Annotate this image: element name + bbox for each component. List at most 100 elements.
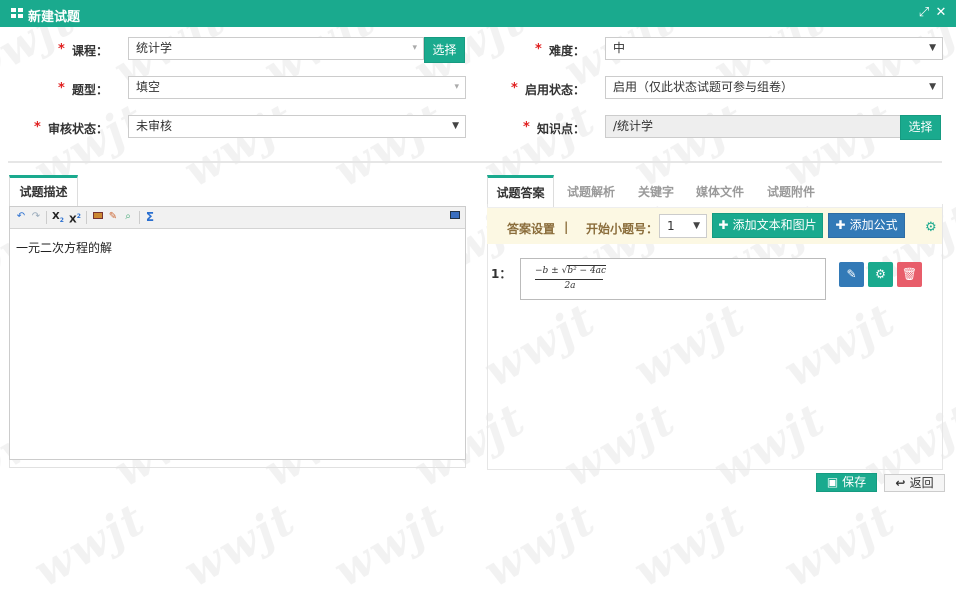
undo-icon[interactable]: ↶: [15, 211, 27, 223]
superscript-icon[interactable]: X2: [69, 211, 81, 225]
sigma-icon[interactable]: Σ: [144, 211, 156, 223]
watermark-text: wwjt: [175, 93, 305, 198]
watermark-text: wwjt: [775, 493, 905, 598]
course-select[interactable]: 统计学 ▾: [128, 37, 424, 60]
answer-index: 1：: [491, 267, 512, 281]
back-label: 返回: [909, 476, 934, 490]
required-mark: *: [511, 81, 518, 96]
difficulty-select[interactable]: 中 ▼: [605, 37, 943, 60]
tab-media[interactable]: 媒体文件: [696, 183, 744, 200]
watermark-text: wwjt: [475, 493, 605, 598]
save-button[interactable]: ▣ 保存: [816, 473, 877, 492]
tab-analysis[interactable]: 试题解析: [567, 183, 615, 200]
chevron-down-icon: ▾: [454, 82, 459, 92]
chevron-down-icon: ▾: [412, 43, 417, 53]
answer-formula-box[interactable]: −b ± √b² − 4ac 2a: [520, 258, 826, 300]
add-formula-label: 添加公式: [849, 218, 898, 232]
knowledge-input[interactable]: /统计学: [605, 115, 901, 138]
tab-keywords[interactable]: 关键字: [638, 183, 674, 200]
grid-icon: [11, 8, 23, 18]
type-value: 填空: [136, 80, 161, 94]
save-icon: ▣: [826, 475, 843, 489]
plus-icon: ✚: [835, 218, 850, 232]
add-formula-button[interactable]: ✚ 添加公式: [828, 213, 905, 238]
image-icon[interactable]: [92, 211, 104, 223]
enable-status-value: 启用（仅此状态试题可参与组卷）: [613, 80, 794, 94]
tab-question-description[interactable]: 试题描述: [9, 175, 78, 206]
editor-footer: [9, 460, 466, 468]
fullscreen-icon[interactable]: [449, 211, 461, 223]
knowledge-select-button[interactable]: 选择: [900, 115, 941, 140]
required-mark: *: [58, 42, 65, 57]
subscript-icon[interactable]: X2: [52, 211, 64, 224]
required-mark: *: [34, 120, 41, 135]
knowledge-label: 知识点：: [537, 122, 586, 136]
separator: |: [564, 220, 569, 234]
titlebar: 新建试题 ⤢ ✕: [0, 0, 956, 27]
review-status-value: 未审核: [136, 119, 173, 133]
knowledge-value: /统计学: [613, 119, 654, 133]
start-number-value: 1: [667, 219, 675, 233]
chevron-down-icon: ▼: [929, 43, 936, 53]
chevron-down-icon: ▼: [929, 82, 936, 92]
gear-icon: ⚙: [875, 267, 886, 281]
enable-status-label: 启用状态：: [525, 83, 586, 97]
chevron-down-icon: ▼: [452, 121, 459, 131]
formula: −b ± √b² − 4ac 2a: [535, 265, 607, 292]
trash-icon: 🗑: [901, 267, 918, 281]
back-arrow-icon: ↩: [895, 476, 910, 490]
editor-content[interactable]: 一元二次方程的解: [16, 239, 112, 256]
review-status-select[interactable]: 未审核 ▼: [128, 115, 466, 138]
chevron-down-icon: ▼: [693, 221, 700, 231]
toolbar-separator: [139, 211, 140, 224]
add-text-image-button[interactable]: ✚ 添加文本和图片: [712, 213, 823, 238]
add-text-image-label: 添加文本和图片: [732, 218, 817, 232]
gear-icon[interactable]: ⚙: [925, 220, 937, 235]
maximize-icon[interactable]: ⤢: [916, 5, 932, 21]
formula-denominator: 2a: [564, 281, 576, 291]
watermark-text: wwjt: [25, 493, 155, 598]
edit-answer-button[interactable]: ✎: [839, 262, 864, 287]
question-editor[interactable]: ↶ ↷ X2 X2 ✎ ⌕ Σ 一元二次方程的解: [9, 206, 466, 460]
difficulty-value: 中: [613, 41, 626, 55]
answer-settings-label: 答案设置: [507, 222, 556, 236]
editor-toolbar: ↶ ↷ X2 X2 ✎ ⌕ Σ: [10, 207, 465, 229]
enable-status-select[interactable]: 启用（仅此状态试题可参与组卷） ▼: [605, 76, 943, 99]
course-value: 统计学: [136, 41, 173, 55]
tab-answer[interactable]: 试题答案: [487, 175, 554, 207]
eraser-icon[interactable]: ✎: [107, 211, 119, 223]
formula-numerator: −b ± √b² − 4ac: [535, 265, 607, 276]
close-icon[interactable]: ✕: [933, 5, 949, 21]
zoom-icon[interactable]: ⌕: [122, 211, 134, 223]
watermark-text: wwjt: [175, 493, 305, 598]
delete-answer-button[interactable]: 🗑: [897, 262, 922, 287]
answer-settings-button[interactable]: ⚙: [868, 262, 893, 287]
back-button[interactable]: ↩ 返回: [884, 474, 945, 492]
watermark-text: wwjt: [325, 493, 455, 598]
toolbar-separator: [86, 211, 87, 224]
watermark-text: wwjt: [625, 493, 755, 598]
redo-icon[interactable]: ↷: [30, 211, 42, 223]
window-title: 新建试题: [28, 10, 81, 25]
required-mark: *: [58, 81, 65, 96]
tab-attachments[interactable]: 试题附件: [767, 183, 815, 200]
divider: [8, 161, 942, 163]
required-mark: *: [523, 120, 530, 135]
type-select[interactable]: 填空 ▾: [128, 76, 466, 99]
watermark-text: wwjt: [775, 93, 905, 198]
toolbar-separator: [46, 211, 47, 224]
watermark-text: wwjt: [325, 93, 455, 198]
plus-icon: ✚: [718, 218, 733, 232]
new-question-window: wwjt wwjt wwjt wwjt wwjt wwjt wwjt wwjt wwjt wwjt…: [0, 0, 956, 614]
watermark-text: wwjt: [625, 93, 755, 198]
required-mark: *: [535, 42, 542, 57]
difficulty-label: 难度：: [549, 44, 586, 58]
review-status-label: 审核状态：: [48, 122, 109, 136]
course-select-button[interactable]: 选择: [424, 37, 465, 63]
save-label: 保存: [842, 475, 867, 489]
answer-settings-bar: 答案设置 | 开始小题号： 1 ▼ ✚ 添加文本和图片 ✚ 添加公式 ⚙: [487, 207, 942, 244]
start-number-label: 开始小题号：: [586, 222, 659, 236]
course-label: 课程：: [72, 44, 109, 58]
start-number-select[interactable]: 1 ▼: [659, 214, 707, 238]
pencil-icon: ✎: [846, 267, 857, 281]
